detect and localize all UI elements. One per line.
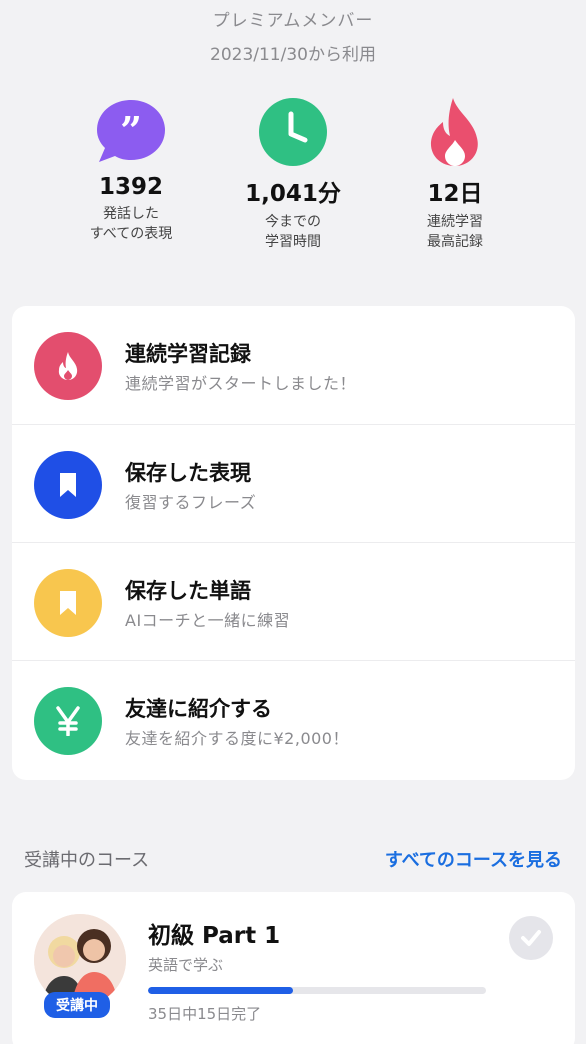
menu-item-subtitle: 復習するフレーズ — [125, 493, 257, 512]
yen-icon — [34, 687, 102, 755]
menu-item-refer-friend[interactable]: 友達に紹介する 友達を紹介する度に¥2,000！ — [12, 660, 575, 778]
svg-text:”: ” — [120, 108, 142, 153]
complete-check-button[interactable] — [509, 916, 553, 960]
menu-card: 連続学習記録 連続学習がスタートしました！ 保存した表現 復習するフレーズ 保存… — [12, 306, 575, 780]
bookmark-icon — [34, 569, 102, 637]
membership-label: プレミアムメンバー — [212, 11, 374, 31]
menu-item-streak[interactable]: 連続学習記録 連続学習がスタートしました！ — [12, 306, 575, 424]
bookmark-icon — [34, 451, 102, 519]
menu-item-title: 友達に紹介する — [125, 697, 272, 721]
course-progress-bar — [148, 987, 486, 994]
menu-item-saved-words[interactable]: 保存した単語 AIコーチと一緒に練習 — [12, 542, 575, 660]
menu-item-saved-expressions[interactable]: 保存した表現 復習するフレーズ — [12, 424, 575, 542]
course-progress-text: 35日中15日完了 — [148, 1005, 262, 1023]
section-title-current-courses: 受講中のコース — [24, 850, 150, 871]
checkmark-icon — [521, 930, 541, 946]
stat-value: 12日 — [427, 181, 483, 207]
clock-icon — [259, 98, 327, 166]
stat-label: 連続学習 最高記録 — [427, 214, 483, 250]
member-since-label: 2023/11/30から利用 — [210, 45, 376, 65]
course-progress-fill — [148, 987, 294, 994]
enrolled-badge: 受講中 — [44, 992, 110, 1018]
stat-value: 1,041分 — [245, 181, 341, 207]
profile-page: プレミアムメンバー 2023/11/30から利用 ” 1392 発話した すべて… — [0, 0, 586, 1044]
see-all-courses-link[interactable]: すべてのコースを見る — [385, 846, 562, 872]
course-card[interactable]: 受講中 初級 Part 1 英語で学ぶ 35日中15日完了 — [12, 892, 575, 1044]
stat-expressions: ” 1392 発話した すべての表現 — [51, 96, 211, 244]
course-title: 初級 Part 1 — [148, 923, 281, 949]
menu-item-subtitle: AIコーチと一緒に練習 — [125, 611, 291, 630]
menu-item-title: 保存した単語 — [125, 579, 251, 603]
menu-item-title: 保存した表現 — [125, 461, 251, 485]
stat-label: 今までの 学習時間 — [265, 214, 321, 250]
flame-icon — [430, 98, 478, 166]
stat-study-time: 1,041分 今までの 学習時間 — [213, 96, 373, 252]
course-subtitle: 英語で学ぶ — [148, 956, 224, 974]
menu-item-subtitle: 連続学習がスタートしました！ — [125, 374, 357, 393]
stat-value: 1392 — [98, 174, 163, 200]
speech-bubble-icon: ” — [97, 100, 165, 162]
menu-item-subtitle: 友達を紹介する度に¥2,000！ — [125, 729, 349, 748]
menu-item-title: 連続学習記録 — [125, 342, 251, 366]
stat-streak-record: 12日 連続学習 最高記録 — [375, 96, 535, 252]
stat-label: 発話した すべての表現 — [89, 206, 173, 242]
flame-icon — [34, 332, 102, 400]
